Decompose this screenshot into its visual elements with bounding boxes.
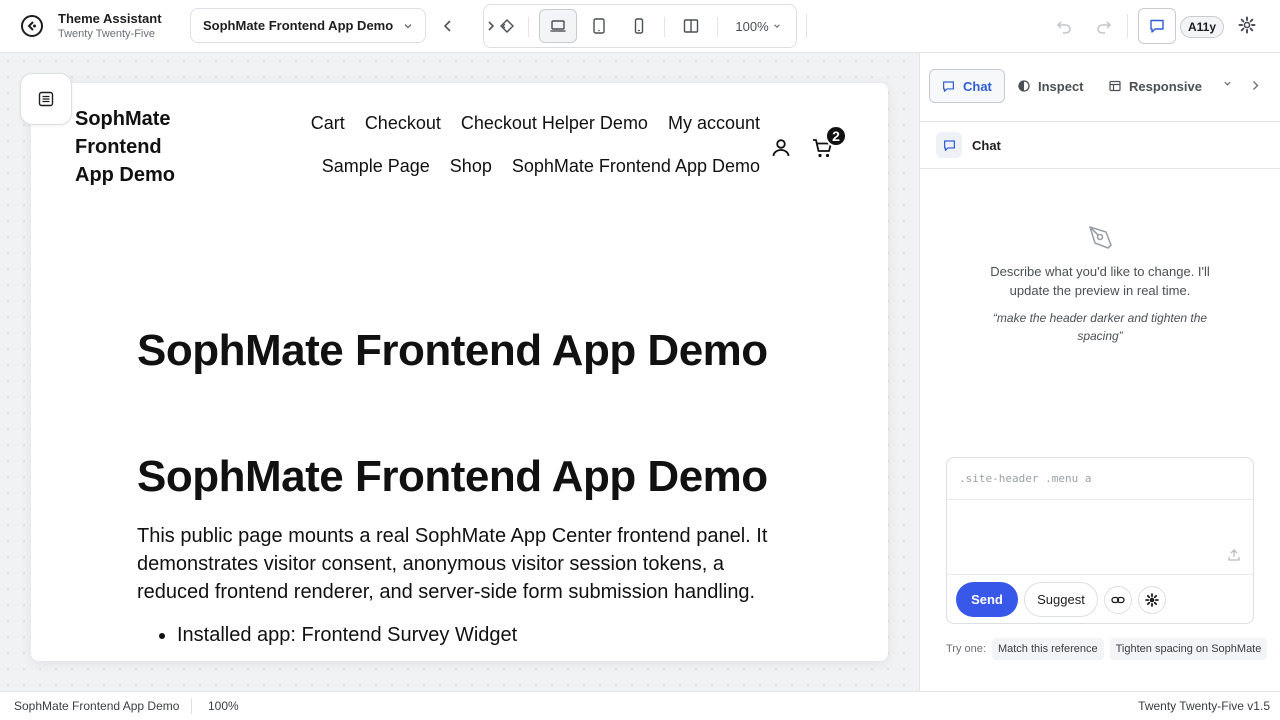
nav-item-checkout-helper-demo[interactable]: Checkout Helper Demo [461,111,648,136]
empty-state-text: Describe what you'd like to change. I'll… [990,264,1210,298]
chevron-left-icon[interactable] [440,16,456,36]
list-icon [38,91,54,107]
empty-state-example: “make the header darker and tighten the … [992,311,1208,343]
chat-title: Chat [972,137,1001,153]
chat-bubble-icon [1149,18,1165,34]
upload-icon[interactable] [1227,548,1241,562]
site-title[interactable]: SophMate Frontend App Demo [75,105,195,189]
page-heading: SophMate Frontend App Demo [137,452,768,501]
page-body-text: This public page mounts a real SophMate … [137,525,768,603]
chevron-right-icon[interactable] [1251,80,1260,91]
send-button[interactable]: Send [956,582,1018,617]
half-circle-icon [1018,80,1030,92]
tab-inspect-label: Inspect [1038,78,1084,94]
chat-bubble-icon [936,132,962,158]
status-theme: Twenty Twenty-Five v1.5 [1138,699,1270,713]
hero-title: SophMate Frontend App Demo [137,326,768,375]
chevron-down-icon [403,21,413,31]
account-icon[interactable] [769,136,793,160]
message-composer: Send Suggest [946,457,1254,624]
page-list-toggle-button[interactable] [20,73,72,125]
chevron-down-icon [773,22,781,30]
code-diamond-icon[interactable] [496,9,518,43]
status-bar: SophMate Frontend App Demo 100% Twenty T… [0,691,1280,720]
tab-inspect[interactable]: Inspect [1018,69,1084,103]
desktop-view-icon[interactable] [539,9,577,43]
try-label: Try one: [946,643,986,655]
top-toolbar: Theme Assistant Twenty Twenty-Five SophM… [0,0,1280,53]
undo-icon[interactable] [1054,16,1074,36]
suggest-button[interactable]: Suggest [1024,582,1098,617]
nav-item-sample-page[interactable]: Sample Page [322,154,430,179]
selector-input[interactable] [947,458,1253,500]
redo-icon[interactable] [1094,16,1114,36]
chat-header: Chat [920,122,1280,169]
chevron-down-icon[interactable] [1223,79,1232,88]
gear-icon[interactable] [1138,586,1166,614]
theme-name: Twenty Twenty-Five [58,28,155,40]
suggestion-chip[interactable]: Match this reference [991,638,1104,660]
page-select-label: SophMate Frontend App Demo [203,18,394,33]
nav-item-shop[interactable]: Shop [450,154,492,179]
chat-bubble-icon [942,80,955,93]
panel-tabs: Chat Inspect Responsive [920,53,1280,122]
page-list: Installed app: Frontend Survey Widget [157,624,517,647]
link-icon[interactable] [1104,586,1132,614]
nav-item-checkout[interactable]: Checkout [365,111,441,136]
a11y-button[interactable]: A11y [1180,16,1224,38]
site-navigation: Cart Checkout Checkout Helper Demo My ac… [290,111,760,179]
list-item-value: Frontend Survey Widget [301,624,518,646]
nav-item-sophmate-frontend-app-demo[interactable]: SophMate Frontend App Demo [512,154,760,179]
zoom-value: 100% [735,18,769,34]
tab-chat-label: Chat [963,78,992,94]
status-zoom: 100% [208,699,239,713]
list-item: Installed app: Frontend Survey Widget [177,624,517,647]
tab-responsive-label: Responsive [1129,78,1202,94]
tab-responsive[interactable]: Responsive [1109,69,1202,103]
zoom-select[interactable]: 100% [728,9,788,43]
gear-icon[interactable] [1238,16,1258,36]
tablet-view-icon[interactable] [584,9,614,43]
suggestion-row: Try one: Match this reference Tighten sp… [946,637,1268,661]
message-input[interactable] [947,500,1253,575]
mobile-view-icon[interactable] [624,9,654,43]
layout-icon [1109,80,1121,92]
site-preview: SophMate Frontend App Demo Cart Checkout… [31,83,888,661]
page-select[interactable]: SophMate Frontend App Demo [190,8,426,43]
assistant-panel: Chat Inspect Responsive Chat Describe wh… [919,53,1280,691]
device-toolbar: 100% [483,4,797,48]
suggestion-chip[interactable]: Tighten spacing on SophMate [1109,638,1268,660]
chat-toggle-button[interactable] [1138,8,1176,44]
preview-canvas: SophMate Frontend App Demo Cart Checkout… [0,53,919,691]
cart-count-badge: 2 [825,125,847,147]
tab-chat[interactable]: Chat [929,69,1005,103]
list-item-label: Installed app: [177,624,302,646]
status-page: SophMate Frontend App Demo [14,699,180,713]
nav-item-cart[interactable]: Cart [311,111,345,136]
app-title: Theme Assistant [58,11,162,26]
split-view-icon[interactable] [676,9,706,43]
nav-item-my-account[interactable]: My account [668,111,760,136]
pen-tool-icon [1086,223,1116,253]
back-icon[interactable] [21,15,43,37]
